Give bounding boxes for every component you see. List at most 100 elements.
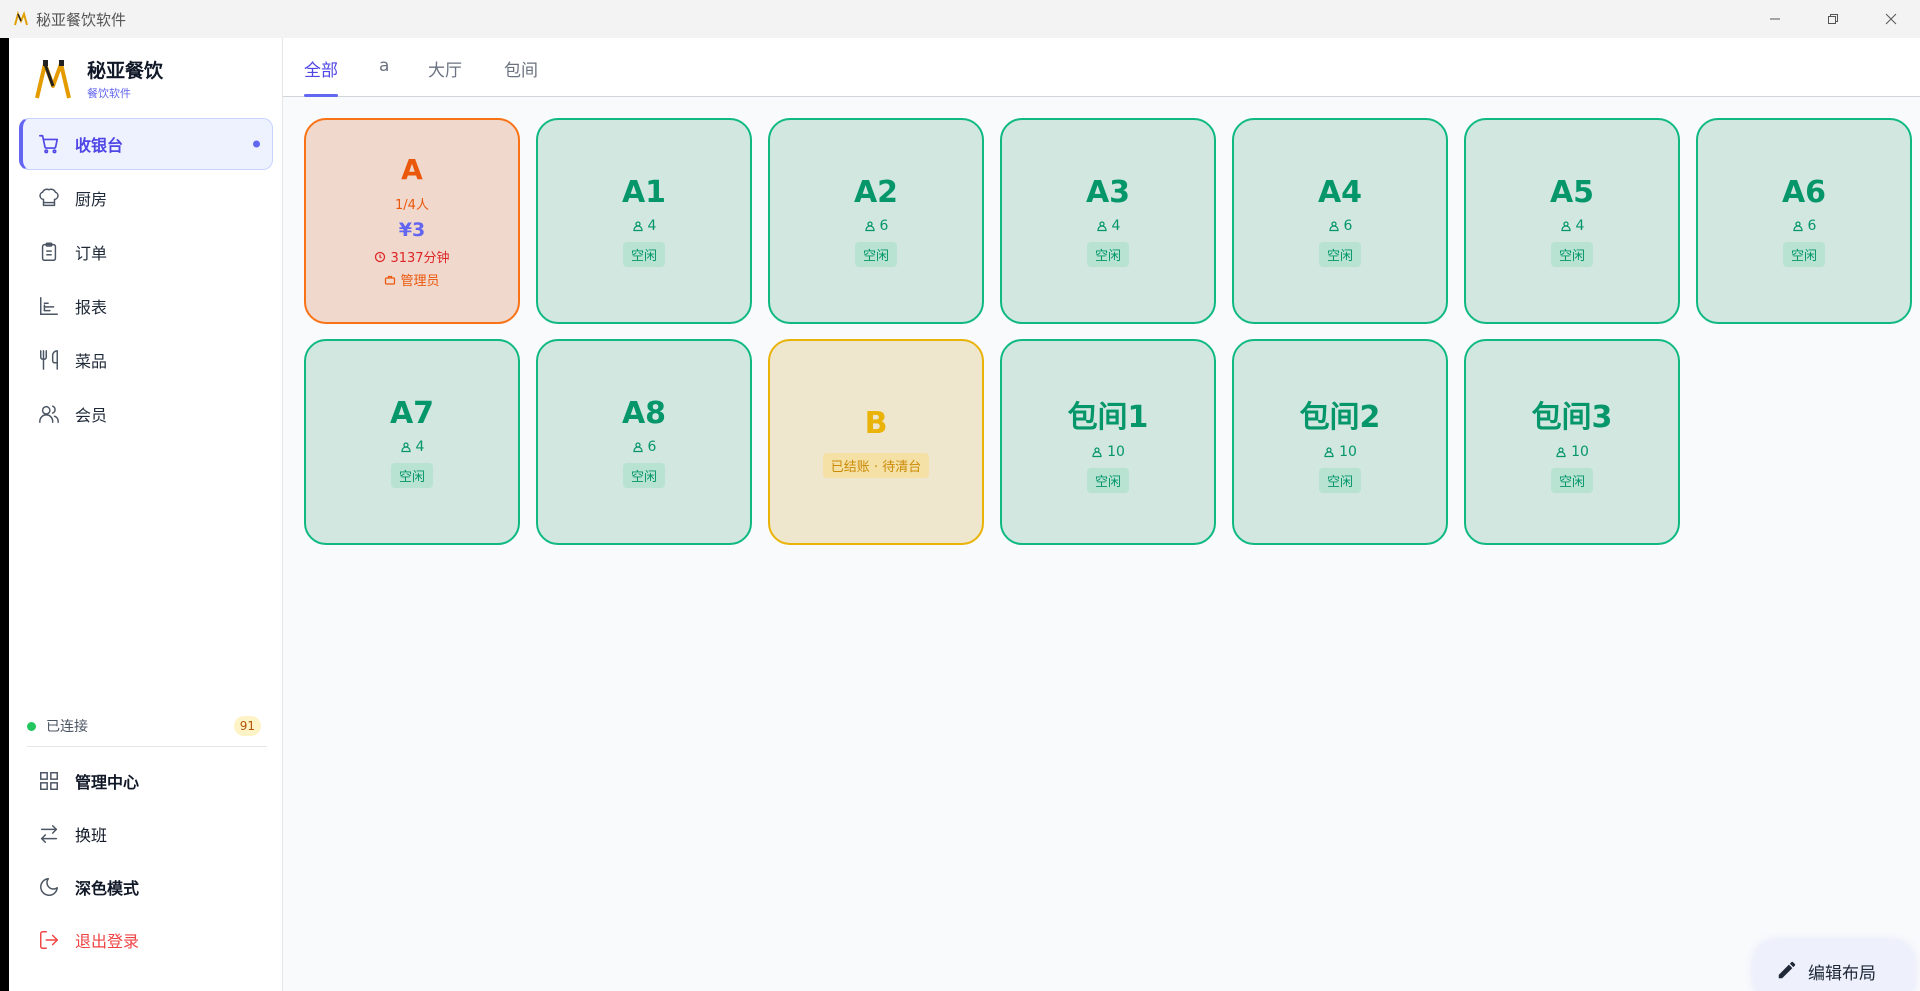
table-status: 空闲 bbox=[390, 463, 433, 488]
table-status: 空闲 bbox=[1318, 242, 1361, 267]
cart-icon bbox=[37, 132, 61, 156]
table-seats: 6 bbox=[1792, 218, 1816, 234]
bar-chart-icon bbox=[37, 294, 61, 318]
clipboard-icon bbox=[37, 240, 61, 264]
table-status: 空闲 bbox=[1086, 242, 1129, 267]
nav-item-reports[interactable]: 报表 bbox=[19, 280, 273, 332]
pencil-icon bbox=[1778, 961, 1796, 979]
table-name: A8 bbox=[621, 396, 667, 431]
table-card-A1[interactable]: A1 4 空闲 bbox=[536, 118, 752, 324]
window-controls bbox=[1746, 0, 1920, 38]
table-name: A2 bbox=[853, 175, 899, 210]
table-name: 包间1 bbox=[1067, 399, 1149, 435]
table-card-A2[interactable]: A2 6 空闲 bbox=[768, 118, 984, 324]
swap-icon bbox=[37, 822, 61, 846]
tab-private-room[interactable]: 包间 bbox=[504, 56, 538, 97]
nav-label: 会员 bbox=[75, 406, 108, 425]
bottom-nav: 管理中心 换班 深色模式 退出登录 bbox=[19, 754, 273, 966]
restore-icon bbox=[1828, 14, 1838, 24]
tab-all[interactable]: 全部 bbox=[304, 56, 338, 97]
table-seats: 4 bbox=[400, 439, 424, 455]
table-seats: 10 bbox=[1323, 444, 1357, 460]
brand: 秘亚餐饮 餐饮软件 bbox=[33, 56, 163, 101]
app-logo-icon bbox=[12, 10, 30, 28]
table-duration: 3137分钟 bbox=[374, 247, 450, 266]
person-icon bbox=[400, 442, 411, 453]
table-card-private-3[interactable]: 包间3 10 空闲 bbox=[1464, 339, 1680, 545]
brand-subtitle: 餐饮软件 bbox=[87, 87, 131, 100]
table-seats: 4 bbox=[1560, 218, 1584, 234]
table-seats: 4 bbox=[1096, 218, 1120, 234]
tab-hall[interactable]: 大厅 bbox=[428, 56, 462, 97]
clock-icon bbox=[375, 251, 386, 262]
table-amount: ¥3 bbox=[398, 219, 426, 241]
person-icon bbox=[864, 221, 875, 232]
table-status: 空闲 bbox=[1550, 467, 1593, 493]
nav-label: 深色模式 bbox=[75, 878, 140, 898]
table-name: A3 bbox=[1085, 175, 1131, 210]
table-card-B[interactable]: B 已结账 · 待清台 bbox=[768, 339, 984, 545]
person-icon bbox=[1560, 221, 1571, 232]
brand-logo-icon bbox=[33, 58, 73, 100]
table-seats: 10 bbox=[1091, 444, 1125, 460]
tab-a[interactable]: a bbox=[379, 56, 389, 97]
area-tabs: 全部 a 大厅 包间 bbox=[283, 38, 1920, 97]
nav-item-cashier[interactable]: 收银台 bbox=[19, 118, 273, 170]
minimize-icon bbox=[1770, 18, 1780, 20]
connection-status: 已连接 91 bbox=[27, 711, 267, 741]
table-card-A8[interactable]: A8 6 空闲 bbox=[536, 339, 752, 545]
restore-button[interactable] bbox=[1804, 0, 1862, 38]
window-titlebar: 秘亚餐饮软件 bbox=[0, 0, 1920, 38]
table-name: A7 bbox=[389, 396, 435, 431]
person-icon bbox=[1556, 446, 1566, 457]
nav-item-members[interactable]: 会员 bbox=[19, 388, 273, 440]
nav-item-shift-change[interactable]: 换班 bbox=[19, 807, 273, 860]
table-staff: 管理员 bbox=[384, 270, 440, 289]
status-dot bbox=[27, 721, 36, 731]
nav-label: 换班 bbox=[75, 825, 108, 845]
table-card-A[interactable]: A 1/4人 ¥3 3137分钟 管理员 bbox=[304, 118, 520, 324]
table-card-A5[interactable]: A5 4 空闲 bbox=[1464, 118, 1680, 324]
connection-count-badge: 91 bbox=[233, 716, 261, 736]
person-icon bbox=[1328, 221, 1339, 232]
table-card-A6[interactable]: A6 6 空闲 bbox=[1696, 118, 1912, 324]
person-icon bbox=[632, 221, 643, 232]
active-indicator bbox=[253, 140, 260, 148]
table-seats: 6 bbox=[864, 218, 888, 234]
nav-label: 菜品 bbox=[75, 352, 108, 371]
minimize-button[interactable] bbox=[1746, 0, 1804, 38]
moon-icon bbox=[37, 875, 61, 899]
person-icon bbox=[1792, 221, 1803, 232]
nav-item-dishes[interactable]: 菜品 bbox=[19, 334, 273, 386]
table-card-A3[interactable]: A3 4 空闲 bbox=[1000, 118, 1216, 324]
nav-item-kitchen[interactable]: 厨房 bbox=[19, 172, 273, 224]
utensils-icon bbox=[37, 348, 61, 372]
nav-label: 订单 bbox=[75, 244, 108, 263]
table-seats: 6 bbox=[632, 439, 656, 455]
table-card-A4[interactable]: A4 6 空闲 bbox=[1232, 118, 1448, 324]
table-name: A4 bbox=[1317, 175, 1363, 210]
close-icon bbox=[1885, 13, 1897, 25]
table-seats: 10 bbox=[1555, 444, 1589, 460]
person-icon bbox=[1096, 221, 1107, 232]
nav-item-admin-center[interactable]: 管理中心 bbox=[19, 754, 273, 807]
table-status: 已结账 · 待清台 bbox=[822, 453, 930, 478]
table-card-private-2[interactable]: 包间2 10 空闲 bbox=[1232, 339, 1448, 545]
person-icon bbox=[632, 442, 643, 453]
dark-mode-toggle[interactable]: 深色模式 bbox=[19, 860, 273, 913]
table-status: 空闲 bbox=[1782, 242, 1825, 267]
table-card-A7[interactable]: A7 4 空闲 bbox=[304, 339, 520, 545]
logout-button[interactable]: 退出登录 bbox=[19, 913, 273, 966]
close-button[interactable] bbox=[1862, 0, 1920, 38]
sidebar: 秘亚餐饮 餐饮软件 收银台 厨房 订单 报表 菜品 会员 已连接 91 管理中心… bbox=[9, 38, 283, 991]
edit-layout-button[interactable]: 编辑布局 bbox=[1754, 939, 1914, 991]
table-status: 空闲 bbox=[854, 242, 897, 267]
table-name: A bbox=[401, 153, 423, 186]
person-icon bbox=[1324, 446, 1334, 457]
main-nav: 收银台 厨房 订单 报表 菜品 会员 bbox=[19, 118, 273, 442]
table-card-private-1[interactable]: 包间1 10 空闲 bbox=[1000, 339, 1216, 545]
table-name: A5 bbox=[1549, 175, 1595, 210]
table-name: 包间3 bbox=[1531, 399, 1613, 435]
logout-icon bbox=[37, 928, 61, 952]
nav-item-orders[interactable]: 订单 bbox=[19, 226, 273, 278]
